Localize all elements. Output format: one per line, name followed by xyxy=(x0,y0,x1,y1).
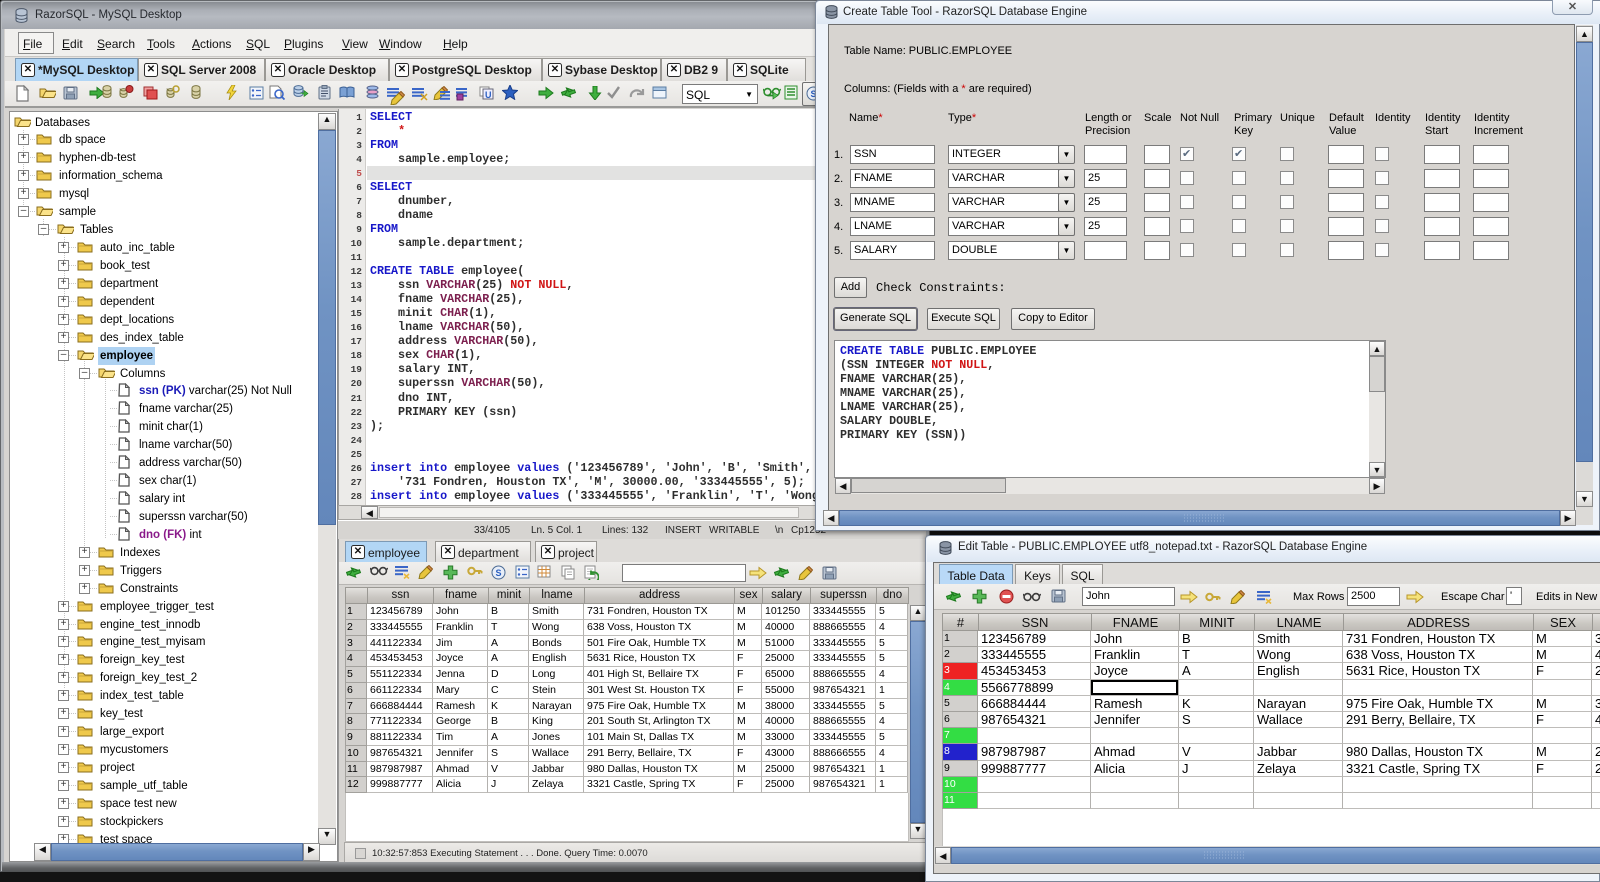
svg-text:U: U xyxy=(485,90,492,100)
svg-text:S: S xyxy=(496,568,502,578)
